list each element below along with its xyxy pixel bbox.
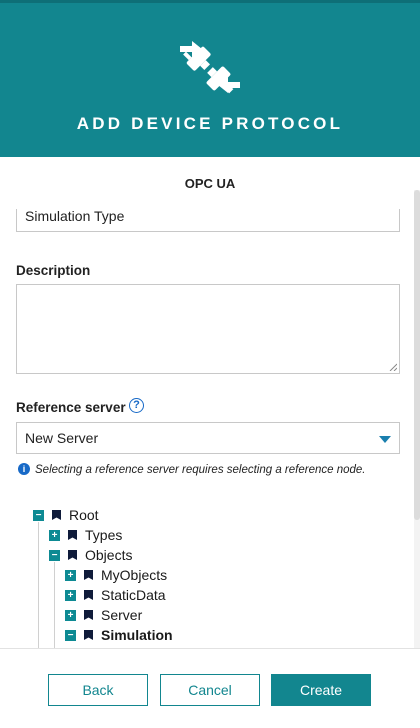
folder-node-icon bbox=[84, 590, 93, 600]
reference-server-value: New Server bbox=[25, 430, 99, 446]
dialog-footer: Back Cancel Create bbox=[0, 648, 420, 728]
chevron-down-icon bbox=[379, 436, 391, 443]
plug-connect-icon bbox=[180, 41, 240, 94]
tree-node-label[interactable]: Types bbox=[85, 527, 122, 543]
folder-node-icon bbox=[52, 510, 61, 520]
collapse-icon[interactable]: − bbox=[65, 629, 76, 641]
tree-guide-line bbox=[38, 522, 39, 648]
tree-node-simulation[interactable]: − Simulation bbox=[65, 626, 173, 644]
tree-node-server[interactable]: + Server bbox=[65, 606, 142, 624]
folder-node-icon bbox=[84, 610, 93, 620]
tree-node-types[interactable]: + Types bbox=[49, 526, 122, 544]
create-button[interactable]: Create bbox=[271, 674, 371, 706]
collapse-icon[interactable]: − bbox=[49, 549, 60, 561]
resize-grip-icon[interactable] bbox=[389, 363, 397, 371]
reference-server-select[interactable]: New Server bbox=[16, 422, 400, 454]
tree-node-label[interactable]: Root bbox=[69, 507, 99, 523]
expand-icon[interactable]: + bbox=[49, 529, 60, 541]
expand-icon[interactable]: + bbox=[65, 569, 76, 581]
scrollbar-thumb[interactable] bbox=[414, 190, 420, 520]
info-icon: i bbox=[18, 463, 30, 475]
tree-node-label[interactable]: Server bbox=[101, 607, 142, 623]
tree-node-myobjects[interactable]: + MyObjects bbox=[65, 566, 167, 584]
help-icon[interactable]: ? bbox=[129, 398, 144, 413]
description-textarea[interactable] bbox=[16, 284, 400, 374]
folder-node-icon bbox=[68, 550, 77, 560]
tree-node-label[interactable]: Objects bbox=[85, 547, 132, 563]
description-label: Description bbox=[16, 263, 91, 278]
tree-node-label[interactable]: StaticData bbox=[101, 587, 166, 603]
protocol-name-label: OPC UA bbox=[184, 175, 236, 191]
collapse-icon[interactable]: − bbox=[33, 509, 44, 521]
tree-node-root[interactable]: − Root bbox=[33, 506, 99, 524]
tree-node-label[interactable]: Simulation bbox=[101, 627, 173, 643]
cancel-button[interactable]: Cancel bbox=[160, 674, 260, 706]
reference-server-label: Reference server bbox=[16, 400, 126, 415]
tree-node-objects[interactable]: − Objects bbox=[49, 546, 132, 564]
expand-icon[interactable]: + bbox=[65, 609, 76, 621]
tree-guide-line bbox=[54, 562, 55, 648]
back-button[interactable]: Back bbox=[48, 674, 148, 706]
expand-icon[interactable]: + bbox=[65, 589, 76, 601]
reference-node-hint: Selecting a reference server requires se… bbox=[35, 464, 366, 476]
tree-node-label[interactable]: MyObjects bbox=[101, 567, 167, 583]
header-top-line bbox=[0, 0, 420, 3]
protocol-name: OPC UA bbox=[0, 157, 420, 209]
form-scroll-area[interactable]: Simulation Type Description Reference se… bbox=[0, 200, 420, 648]
folder-node-icon bbox=[84, 630, 93, 640]
tree-node-staticdata[interactable]: + StaticData bbox=[65, 586, 166, 604]
dialog-header: ADD DEVICE PROTOCOL bbox=[0, 0, 420, 157]
folder-node-icon bbox=[68, 530, 77, 540]
simulation-type-value: Simulation Type bbox=[25, 208, 125, 224]
folder-node-icon bbox=[84, 570, 93, 580]
dialog-title: ADD DEVICE PROTOCOL bbox=[76, 114, 344, 133]
